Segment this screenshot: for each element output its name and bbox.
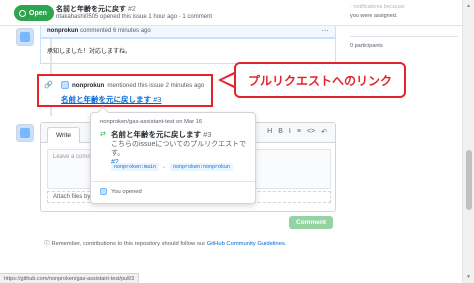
mention-event: 🔗 nonprokun mentioned this issue 2 minut… xyxy=(37,74,213,107)
pull-request-icon: ⇄ xyxy=(100,131,106,138)
contribution-guidelines-note: ⓘ Remember, contributions to this reposi… xyxy=(44,238,286,247)
sidebar-notification-text: · notifications because xyxy=(350,4,405,10)
hovercard-divider xyxy=(91,181,255,182)
sidebar-notification-reason: you were assigned. xyxy=(350,13,398,19)
hovercard-body-text: こちらのissueについてのプルリクエストです。 xyxy=(111,141,247,157)
mention-meta: mentioned this issue 2 minutes ago xyxy=(107,81,205,89)
pull-request-link-number[interactable]: #3 xyxy=(153,95,161,104)
sidebar-participants: 0 participants xyxy=(350,43,383,49)
head-branch[interactable]: nonproken:nonprokun xyxy=(170,163,234,171)
tab-write[interactable]: Write xyxy=(47,127,81,143)
hovercard-number: #3 xyxy=(203,130,212,139)
avatar xyxy=(100,188,107,195)
italic-icon[interactable]: I xyxy=(289,128,291,136)
comment-submit-button[interactable]: Comment xyxy=(289,216,333,229)
issue-number: #2 xyxy=(127,6,136,13)
issue-subtitle: ntakahashi0505 opened this issue 1 hour … xyxy=(56,14,213,20)
issue-opened-icon xyxy=(19,9,26,17)
mention-event-line: nonprokun mentioned this issue 2 minutes… xyxy=(61,81,204,89)
hovercard-title[interactable]: 名前と年齢を元に戻します #3 xyxy=(111,129,211,140)
sidebar-divider xyxy=(350,36,458,37)
list-icon[interactable]: ≡ xyxy=(297,128,301,136)
info-icon: ⓘ xyxy=(44,241,50,247)
issue-state-label: Open xyxy=(29,9,47,17)
issue-state-badge: Open xyxy=(14,5,54,21)
comment-more-icon[interactable]: ··· xyxy=(321,26,329,35)
heading-icon[interactable]: H xyxy=(267,128,272,136)
mention-actor[interactable]: nonprokun xyxy=(72,82,104,89)
avatar[interactable] xyxy=(16,28,34,46)
avatar[interactable] xyxy=(61,81,69,89)
scrollbar-thumb[interactable] xyxy=(466,150,472,210)
comment-meta: commented 6 minutes ago xyxy=(80,28,151,34)
guidelines-suffix: . xyxy=(284,241,287,247)
scroll-up-icon[interactable]: ▲ xyxy=(466,3,471,9)
scroll-down-icon[interactable]: ▼ xyxy=(466,274,471,280)
branch-arrow-icon: ← xyxy=(162,164,168,170)
hovercard-branches: nonproken:main ← nonproken:nonprokun xyxy=(111,163,234,171)
hovercard-title-text[interactable]: 名前と年齢を元に戻します xyxy=(111,130,201,139)
pull-request-link-title[interactable]: 名前と年齢を元に戻します xyxy=(61,95,151,104)
browser-status-url: https://github.com/nonproken/gas-assista… xyxy=(0,273,140,283)
pull-request-hovercard: nonproken/gas-assistant-test on Mar 16 ⇄… xyxy=(90,106,256,204)
bold-icon[interactable]: B xyxy=(278,128,283,136)
pull-request-link[interactable]: 名前と年齢を元に戻します #3 xyxy=(61,94,161,105)
base-branch[interactable]: nonproken:main xyxy=(111,163,160,171)
hovercard-repo-line[interactable]: nonproken/gas-assistant-test on Mar 16 xyxy=(100,119,202,125)
issue-title: 名前と年齢を元に戻す #2 xyxy=(56,4,136,14)
comment-body: 承知しました！対応しますね。 xyxy=(40,38,336,64)
hovercard-opened-text: You opened xyxy=(111,188,142,195)
issue-title-text: 名前と年齢を元に戻す xyxy=(56,6,126,13)
code-icon[interactable]: <> xyxy=(307,128,315,136)
hovercard-caret xyxy=(97,106,109,118)
hovercard-opened-line: You opened xyxy=(100,188,142,195)
callout-annotation: プルリクエストへのリンク xyxy=(234,62,406,98)
editor-toolbar: H B I ≡ <> ↶ xyxy=(267,128,327,136)
reply-icon[interactable]: ↶ xyxy=(321,128,327,136)
guidelines-link[interactable]: GitHub Community Guidelines xyxy=(207,241,285,247)
page-scrollbar[interactable]: ▲ ▼ xyxy=(462,0,474,283)
avatar[interactable] xyxy=(16,124,34,142)
comment-header: nonprokun commented 6 minutes ago ··· xyxy=(40,26,336,38)
link-icon: 🔗 xyxy=(44,82,53,89)
comment-author[interactable]: nonprokun xyxy=(47,28,78,34)
guidelines-prefix: Remember, contributions to this reposito… xyxy=(51,241,207,247)
